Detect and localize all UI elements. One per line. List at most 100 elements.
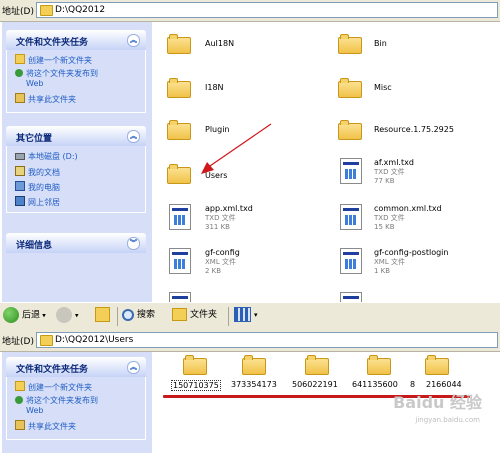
place-my-documents[interactable]: 我的文档 <box>15 166 60 178</box>
folder-icon <box>338 78 362 98</box>
top-address-bar: 地址(D) D:\QQ2012 <box>0 0 500 22</box>
folder-icon[interactable] <box>242 355 266 375</box>
place-my-computer[interactable]: 我的电脑 <box>15 181 60 193</box>
forward-button[interactable]: ▾ <box>56 307 79 326</box>
folder-icon <box>167 120 191 140</box>
folder-icon[interactable] <box>367 355 391 375</box>
file-tasks-title: 文件和文件夹任务 <box>16 365 89 375</box>
address-label: 地址(D) <box>2 337 34 347</box>
task-publish-web-cont[interactable]: Web <box>26 79 43 88</box>
task-label: 将这个文件夹发布到 <box>26 396 98 405</box>
collapse-icon[interactable]: ︽ <box>127 130 140 143</box>
folders-label: 文件夹 <box>190 310 218 320</box>
up-button[interactable] <box>95 307 113 326</box>
back-label: 后退 <box>22 310 41 321</box>
folders-button[interactable]: 文件夹 <box>172 307 217 326</box>
folder-icon <box>338 120 362 140</box>
folder-icon[interactable] <box>425 355 449 375</box>
place-label: 我的文档 <box>28 168 60 177</box>
network-icon <box>15 196 25 206</box>
task-share-folder[interactable]: 共享此文件夹 <box>15 93 76 105</box>
file-tasks-body: 创建一个新文件夹 将这个文件夹发布到 Web 共享此文件夹 <box>6 377 146 440</box>
address-path: D:\QQ2012 <box>55 5 106 15</box>
task-label: 将这个文件夹发布到 <box>26 69 98 78</box>
user-folder-name[interactable]: 373354173 <box>231 380 277 389</box>
task-pane-bottom: 文件和文件夹任务 ︽ 创建一个新文件夹 将这个文件夹发布到 Web 共享此文件夹 <box>2 352 152 453</box>
folder-icon <box>40 335 53 346</box>
file-size: 311 KB <box>205 223 230 231</box>
file-tasks-header[interactable]: 文件和文件夹任务 ︽ <box>6 30 146 50</box>
task-label: 共享此文件夹 <box>28 95 76 104</box>
task-publish-web[interactable]: 将这个文件夹发布到 <box>15 68 98 79</box>
folder-icon <box>167 164 191 184</box>
file-size: 77 KB <box>374 177 395 185</box>
back-button[interactable]: 后退 ▾ <box>3 307 46 326</box>
other-places-header[interactable]: 其它位置 ︽ <box>6 126 146 146</box>
details-title: 详细信息 <box>16 241 53 251</box>
bottom-address-bar: 地址(D) D:\QQ2012\Users <box>0 330 500 352</box>
file-name: gf-config <box>205 248 240 257</box>
place-label: 网上邻居 <box>28 198 60 207</box>
txd-file-icon <box>169 204 191 230</box>
file-kind: XML 文件 <box>205 258 236 266</box>
task-publish-web[interactable]: 将这个文件夹发布到 <box>15 395 98 406</box>
search-button[interactable]: 搜索 <box>122 307 155 326</box>
annotation-arrow-icon <box>201 123 272 174</box>
folder-icon[interactable] <box>305 355 329 375</box>
separator <box>117 307 118 326</box>
place-label: 我的电脑 <box>28 183 60 192</box>
task-share-folder[interactable]: 共享此文件夹 <box>15 420 76 432</box>
watermark-logo: Baidu 经验 <box>393 393 482 412</box>
folder-icon <box>167 78 191 98</box>
separator <box>228 307 229 326</box>
share-folder-icon <box>15 420 25 430</box>
user-folder-name[interactable]: 150710375 <box>171 380 221 391</box>
details-header[interactable]: 详细信息 ︾ <box>6 233 146 253</box>
file-size: 2 KB <box>205 267 222 275</box>
up-folder-icon <box>95 307 110 322</box>
place-network[interactable]: 网上邻居 <box>15 196 60 208</box>
address-path: D:\QQ2012\Users <box>55 335 134 345</box>
globe-icon <box>15 396 23 404</box>
xml-file-icon <box>169 248 191 274</box>
task-label: 创建一个新文件夹 <box>28 383 92 392</box>
file-name: AuI18N <box>205 39 235 48</box>
collapse-icon[interactable]: ︽ <box>127 34 140 47</box>
task-pane: 文件和文件夹任务 ︽ 创建一个新文件夹 将这个文件夹发布到 Web 共享此文件夹… <box>2 22 152 302</box>
task-label: Web <box>26 406 44 415</box>
file-name: I18N <box>205 83 224 92</box>
folder-icon[interactable] <box>183 355 207 375</box>
user-folder-name[interactable]: 506022191 <box>292 380 338 389</box>
views-button[interactable]: ▾ <box>234 307 258 326</box>
address-input[interactable]: D:\QQ2012 <box>36 2 498 18</box>
details-panel: 详细信息 ︾ <box>6 233 146 253</box>
place-local-disk[interactable]: 本地磁盘 (D:) <box>15 151 78 162</box>
disk-icon <box>15 153 25 160</box>
file-tasks-title: 文件和文件夹任务 <box>16 38 89 48</box>
address-label: 地址(D) <box>2 7 34 17</box>
file-name: Bin <box>374 39 387 48</box>
documents-icon <box>15 166 25 176</box>
other-places-title: 其它位置 <box>16 134 53 144</box>
search-icon <box>122 308 134 321</box>
globe-icon <box>15 69 23 77</box>
file-kind: TXD 文件 <box>205 214 236 222</box>
expand-icon[interactable]: ︾ <box>127 237 140 250</box>
task-publish-web-cont[interactable]: Web <box>26 406 43 415</box>
user-folder-name[interactable]: 8 <box>410 380 415 389</box>
xml-file-icon <box>340 248 362 274</box>
partial-file-icon <box>169 292 191 313</box>
address-input[interactable]: D:\QQ2012\Users <box>36 332 498 348</box>
forward-arrow-icon <box>56 307 72 323</box>
file-kind: XML 文件 <box>374 258 405 266</box>
task-new-folder[interactable]: 创建一个新文件夹 <box>15 381 92 393</box>
file-tasks-header[interactable]: 文件和文件夹任务 ︽ <box>6 357 146 377</box>
task-new-folder[interactable]: 创建一个新文件夹 <box>15 54 92 66</box>
file-list: AuI18N Bin I18N Misc Plugin Resource.1.7… <box>155 22 500 313</box>
user-folder-name[interactable]: 641135600 <box>352 380 398 389</box>
file-name: gf-config-postlogin <box>374 248 449 257</box>
file-kind: TXD 文件 <box>374 214 405 222</box>
partial-file-icon <box>340 292 362 313</box>
user-folder-name[interactable]: 2166044 <box>426 380 462 389</box>
collapse-icon[interactable]: ︽ <box>127 361 140 374</box>
